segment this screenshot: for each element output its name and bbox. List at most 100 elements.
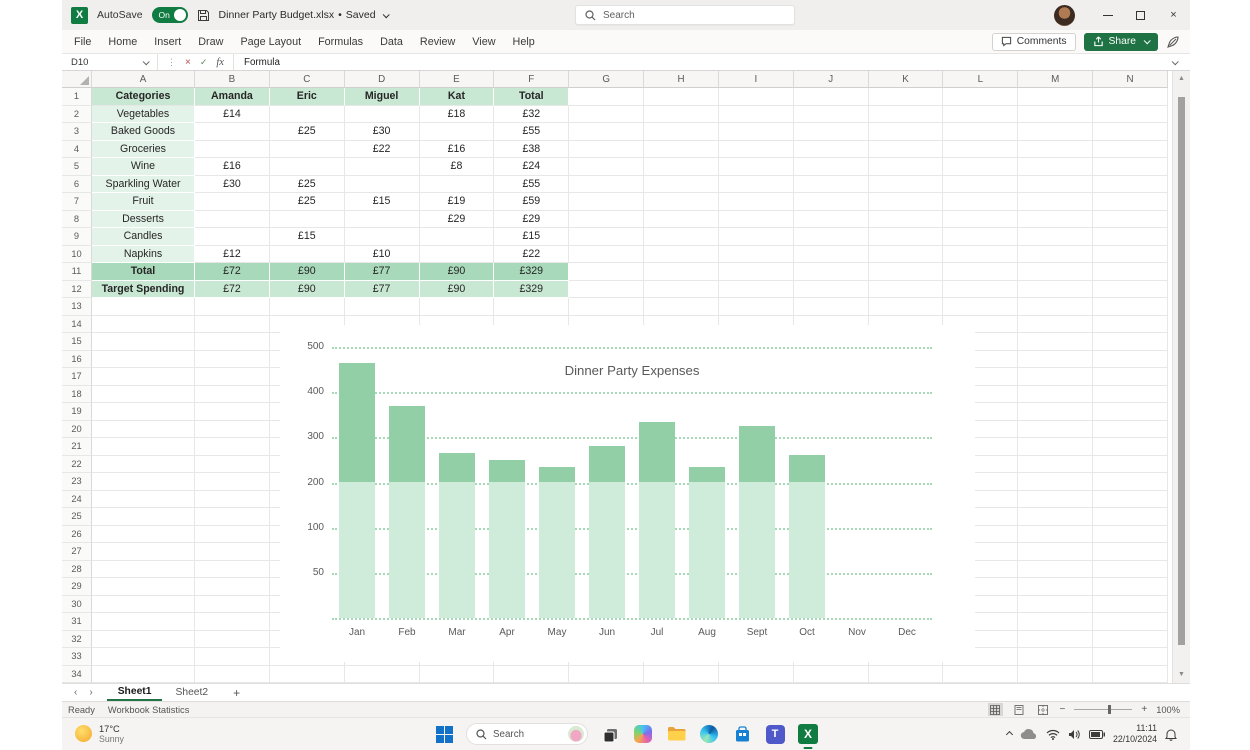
cell-D3[interactable]: £30 bbox=[345, 123, 420, 141]
cell-I2[interactable] bbox=[719, 106, 794, 124]
cell-K8[interactable] bbox=[869, 211, 944, 229]
cell-M18[interactable] bbox=[1018, 386, 1093, 404]
cell-M10[interactable] bbox=[1018, 246, 1093, 264]
cell-M7[interactable] bbox=[1018, 193, 1093, 211]
cell-M27[interactable] bbox=[1018, 543, 1093, 561]
cell-N9[interactable] bbox=[1093, 228, 1168, 246]
notifications-icon[interactable] bbox=[1165, 728, 1177, 741]
cell-A27[interactable] bbox=[92, 543, 195, 561]
feather-icon[interactable] bbox=[1166, 35, 1180, 49]
excel-taskbar-icon[interactable]: X bbox=[797, 723, 819, 745]
cell-B32[interactable] bbox=[195, 631, 270, 649]
cell-E7[interactable]: £19 bbox=[420, 193, 495, 211]
cell-B26[interactable] bbox=[195, 526, 270, 544]
cell-G34[interactable] bbox=[569, 666, 644, 684]
cell-N29[interactable] bbox=[1093, 578, 1168, 596]
chart-bar-jun[interactable] bbox=[589, 446, 625, 618]
cell-D2[interactable] bbox=[345, 106, 420, 124]
cell-C3[interactable]: £25 bbox=[270, 123, 345, 141]
cell-C6[interactable]: £25 bbox=[270, 176, 345, 194]
ribbon-tab-insert[interactable]: Insert bbox=[154, 36, 181, 48]
cell-L2[interactable] bbox=[943, 106, 1018, 124]
chart-bar-mar[interactable] bbox=[439, 453, 475, 618]
cell-C5[interactable] bbox=[270, 158, 345, 176]
cell-I4[interactable] bbox=[719, 141, 794, 159]
cell-N11[interactable] bbox=[1093, 263, 1168, 281]
cell-B10[interactable]: £12 bbox=[195, 246, 270, 264]
cell-E1[interactable]: Kat bbox=[420, 88, 495, 106]
cell-K2[interactable] bbox=[869, 106, 944, 124]
cell-A33[interactable] bbox=[92, 648, 195, 666]
chart-bar-apr[interactable] bbox=[489, 460, 525, 618]
cell-N25[interactable] bbox=[1093, 508, 1168, 526]
prev-sheet-icon[interactable]: ‹ bbox=[74, 687, 77, 698]
copilot-icon[interactable] bbox=[632, 723, 654, 745]
spreadsheet-grid[interactable]: ABCDEFGHIJKLMN1CategoriesAmandaEricMigue… bbox=[62, 71, 1190, 683]
cell-A6[interactable]: Sparkling Water bbox=[92, 176, 195, 194]
cell-I11[interactable] bbox=[719, 263, 794, 281]
cell-A13[interactable] bbox=[92, 298, 195, 316]
wifi-icon[interactable] bbox=[1046, 729, 1060, 740]
cell-M29[interactable] bbox=[1018, 578, 1093, 596]
cell-K10[interactable] bbox=[869, 246, 944, 264]
cell-M13[interactable] bbox=[1018, 298, 1093, 316]
cell-L13[interactable] bbox=[943, 298, 1018, 316]
cell-B25[interactable] bbox=[195, 508, 270, 526]
cell-C34[interactable] bbox=[270, 666, 345, 684]
cell-C13[interactable] bbox=[270, 298, 345, 316]
cell-A18[interactable] bbox=[92, 386, 195, 404]
ribbon-tab-help[interactable]: Help bbox=[513, 36, 535, 48]
row-header-26[interactable]: 26 bbox=[62, 526, 92, 544]
cell-A3[interactable]: Baked Goods bbox=[92, 123, 195, 141]
task-view-icon[interactable] bbox=[599, 723, 621, 745]
ribbon-tab-file[interactable]: File bbox=[74, 36, 91, 48]
cell-H2[interactable] bbox=[644, 106, 719, 124]
cell-J1[interactable] bbox=[794, 88, 869, 106]
cell-N24[interactable] bbox=[1093, 491, 1168, 509]
cell-N17[interactable] bbox=[1093, 368, 1168, 386]
name-box[interactable]: D10 bbox=[62, 54, 158, 70]
avatar[interactable] bbox=[1054, 5, 1075, 26]
cell-A8[interactable]: Desserts bbox=[92, 211, 195, 229]
cell-M16[interactable] bbox=[1018, 351, 1093, 369]
cell-A7[interactable]: Fruit bbox=[92, 193, 195, 211]
cell-B13[interactable] bbox=[195, 298, 270, 316]
cell-B31[interactable] bbox=[195, 613, 270, 631]
cell-A11[interactable]: Total bbox=[92, 263, 195, 281]
cell-N5[interactable] bbox=[1093, 158, 1168, 176]
cell-D11[interactable]: £77 bbox=[345, 263, 420, 281]
share-button[interactable]: Share bbox=[1084, 33, 1158, 51]
cell-D10[interactable]: £10 bbox=[345, 246, 420, 264]
cell-C2[interactable] bbox=[270, 106, 345, 124]
cell-A4[interactable]: Groceries bbox=[92, 141, 195, 159]
taskbar-search[interactable]: Search bbox=[466, 723, 588, 745]
cell-A9[interactable]: Candles bbox=[92, 228, 195, 246]
cell-M30[interactable] bbox=[1018, 596, 1093, 614]
row-header-19[interactable]: 19 bbox=[62, 403, 92, 421]
cell-A5[interactable]: Wine bbox=[92, 158, 195, 176]
zoom-slider-thumb[interactable] bbox=[1108, 705, 1111, 714]
cell-B15[interactable] bbox=[195, 333, 270, 351]
row-header-28[interactable]: 28 bbox=[62, 561, 92, 579]
cell-F13[interactable] bbox=[494, 298, 569, 316]
cell-M1[interactable] bbox=[1018, 88, 1093, 106]
cell-L3[interactable] bbox=[943, 123, 1018, 141]
cell-C1[interactable]: Eric bbox=[270, 88, 345, 106]
cell-A21[interactable] bbox=[92, 438, 195, 456]
cell-J9[interactable] bbox=[794, 228, 869, 246]
column-header-J[interactable]: J bbox=[794, 71, 869, 88]
cell-J11[interactable] bbox=[794, 263, 869, 281]
cell-A26[interactable] bbox=[92, 526, 195, 544]
cell-K3[interactable] bbox=[869, 123, 944, 141]
cell-G7[interactable] bbox=[569, 193, 644, 211]
page-layout-view-icon[interactable] bbox=[1012, 703, 1027, 716]
cell-B2[interactable]: £14 bbox=[195, 106, 270, 124]
cell-M21[interactable] bbox=[1018, 438, 1093, 456]
cell-A10[interactable]: Napkins bbox=[92, 246, 195, 264]
column-header-L[interactable]: L bbox=[943, 71, 1018, 88]
cell-L1[interactable] bbox=[943, 88, 1018, 106]
cell-N31[interactable] bbox=[1093, 613, 1168, 631]
cell-B29[interactable] bbox=[195, 578, 270, 596]
row-header-21[interactable]: 21 bbox=[62, 438, 92, 456]
cell-B17[interactable] bbox=[195, 368, 270, 386]
